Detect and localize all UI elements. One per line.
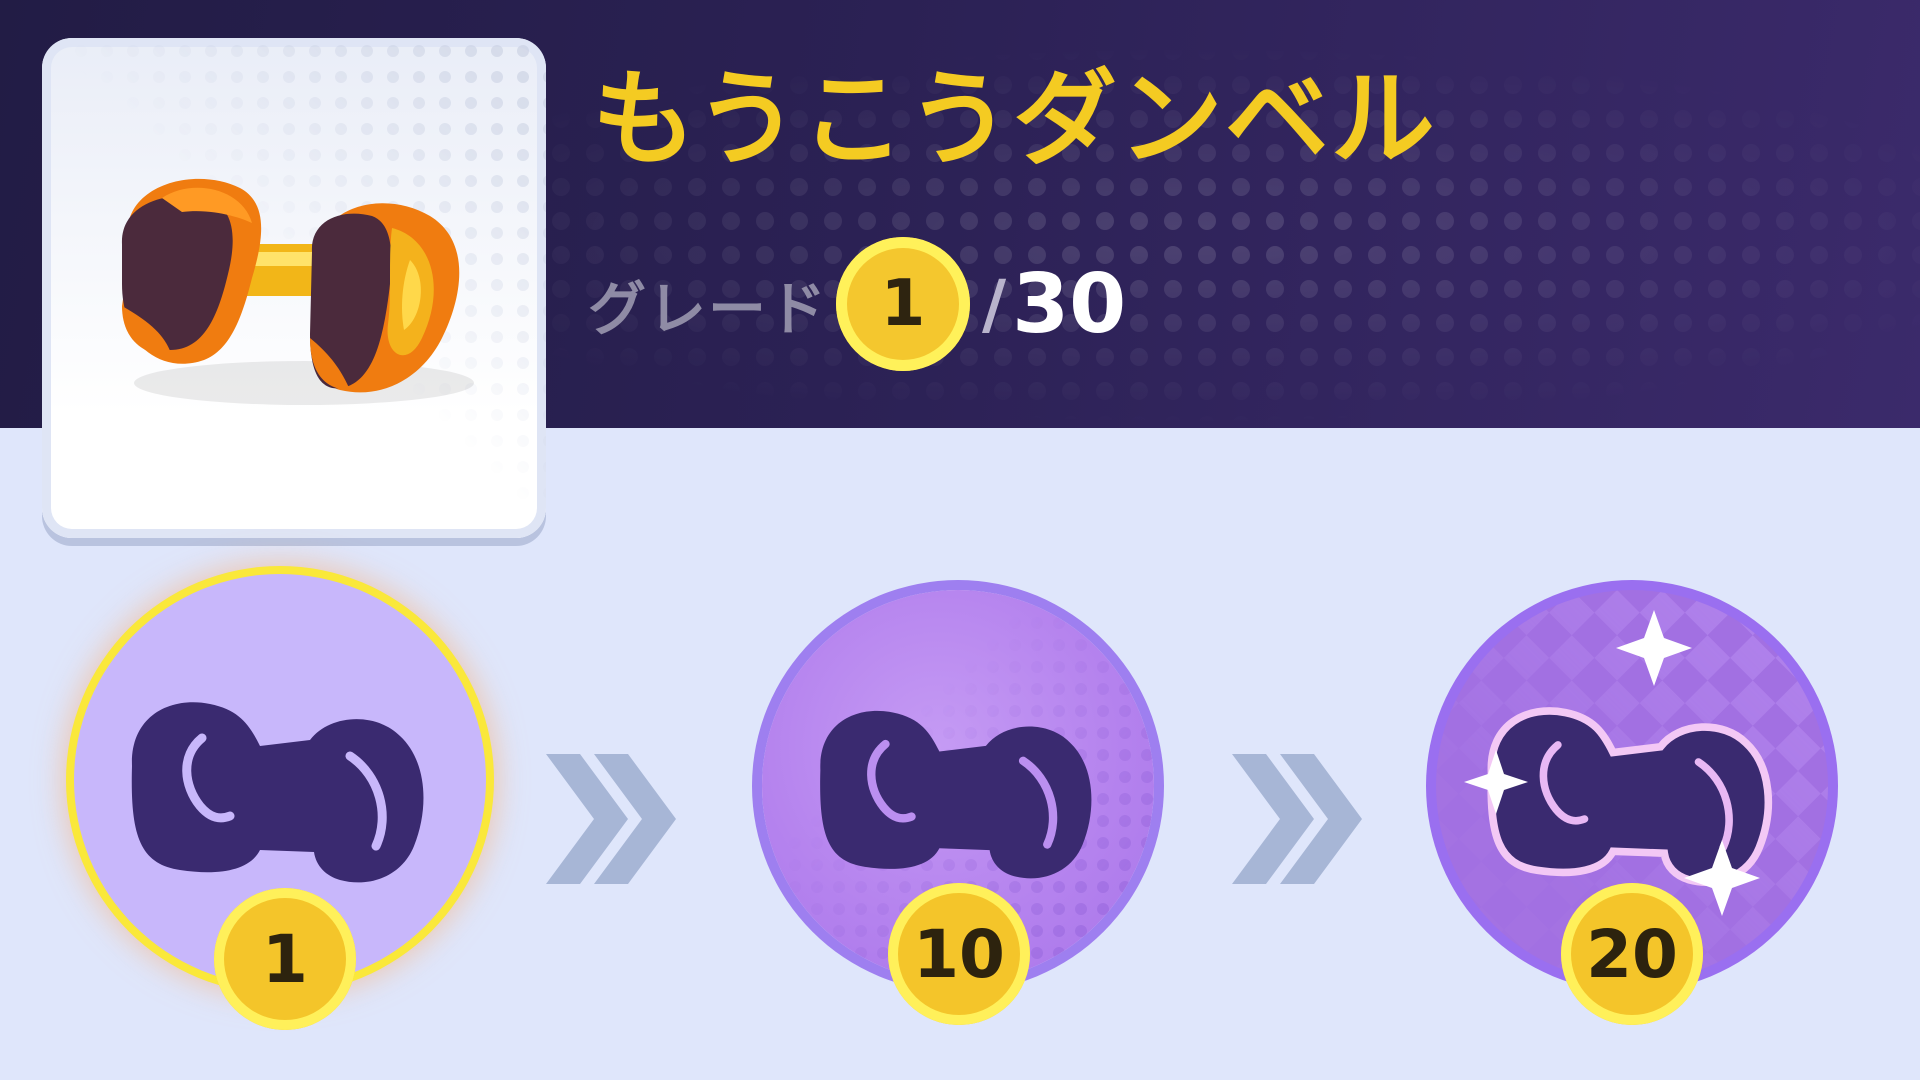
double-chevron-right-icon xyxy=(546,754,676,884)
held-item-screen: もうこうダンベル グレード 1 / 30 1 10 20 xyxy=(0,0,1920,1080)
stage-20-level-badge: 20 xyxy=(1561,883,1703,1025)
item-thumbnail-card xyxy=(42,38,546,538)
grade-max: 30 xyxy=(1012,256,1127,352)
grade-label: グレード xyxy=(588,275,829,343)
double-chevron-right-icon xyxy=(1232,754,1362,884)
grade-row: グレード 1 / 30 xyxy=(588,230,1126,378)
grade-separator: / xyxy=(982,265,1007,343)
item-name: もうこうダンベル xyxy=(592,58,1437,180)
grade-current-badge: 1 xyxy=(836,237,971,371)
dumbbell-icon xyxy=(42,38,546,538)
stage-10-level-badge: 10 xyxy=(888,883,1030,1025)
stage-1-level-badge: 1 xyxy=(214,888,356,1030)
